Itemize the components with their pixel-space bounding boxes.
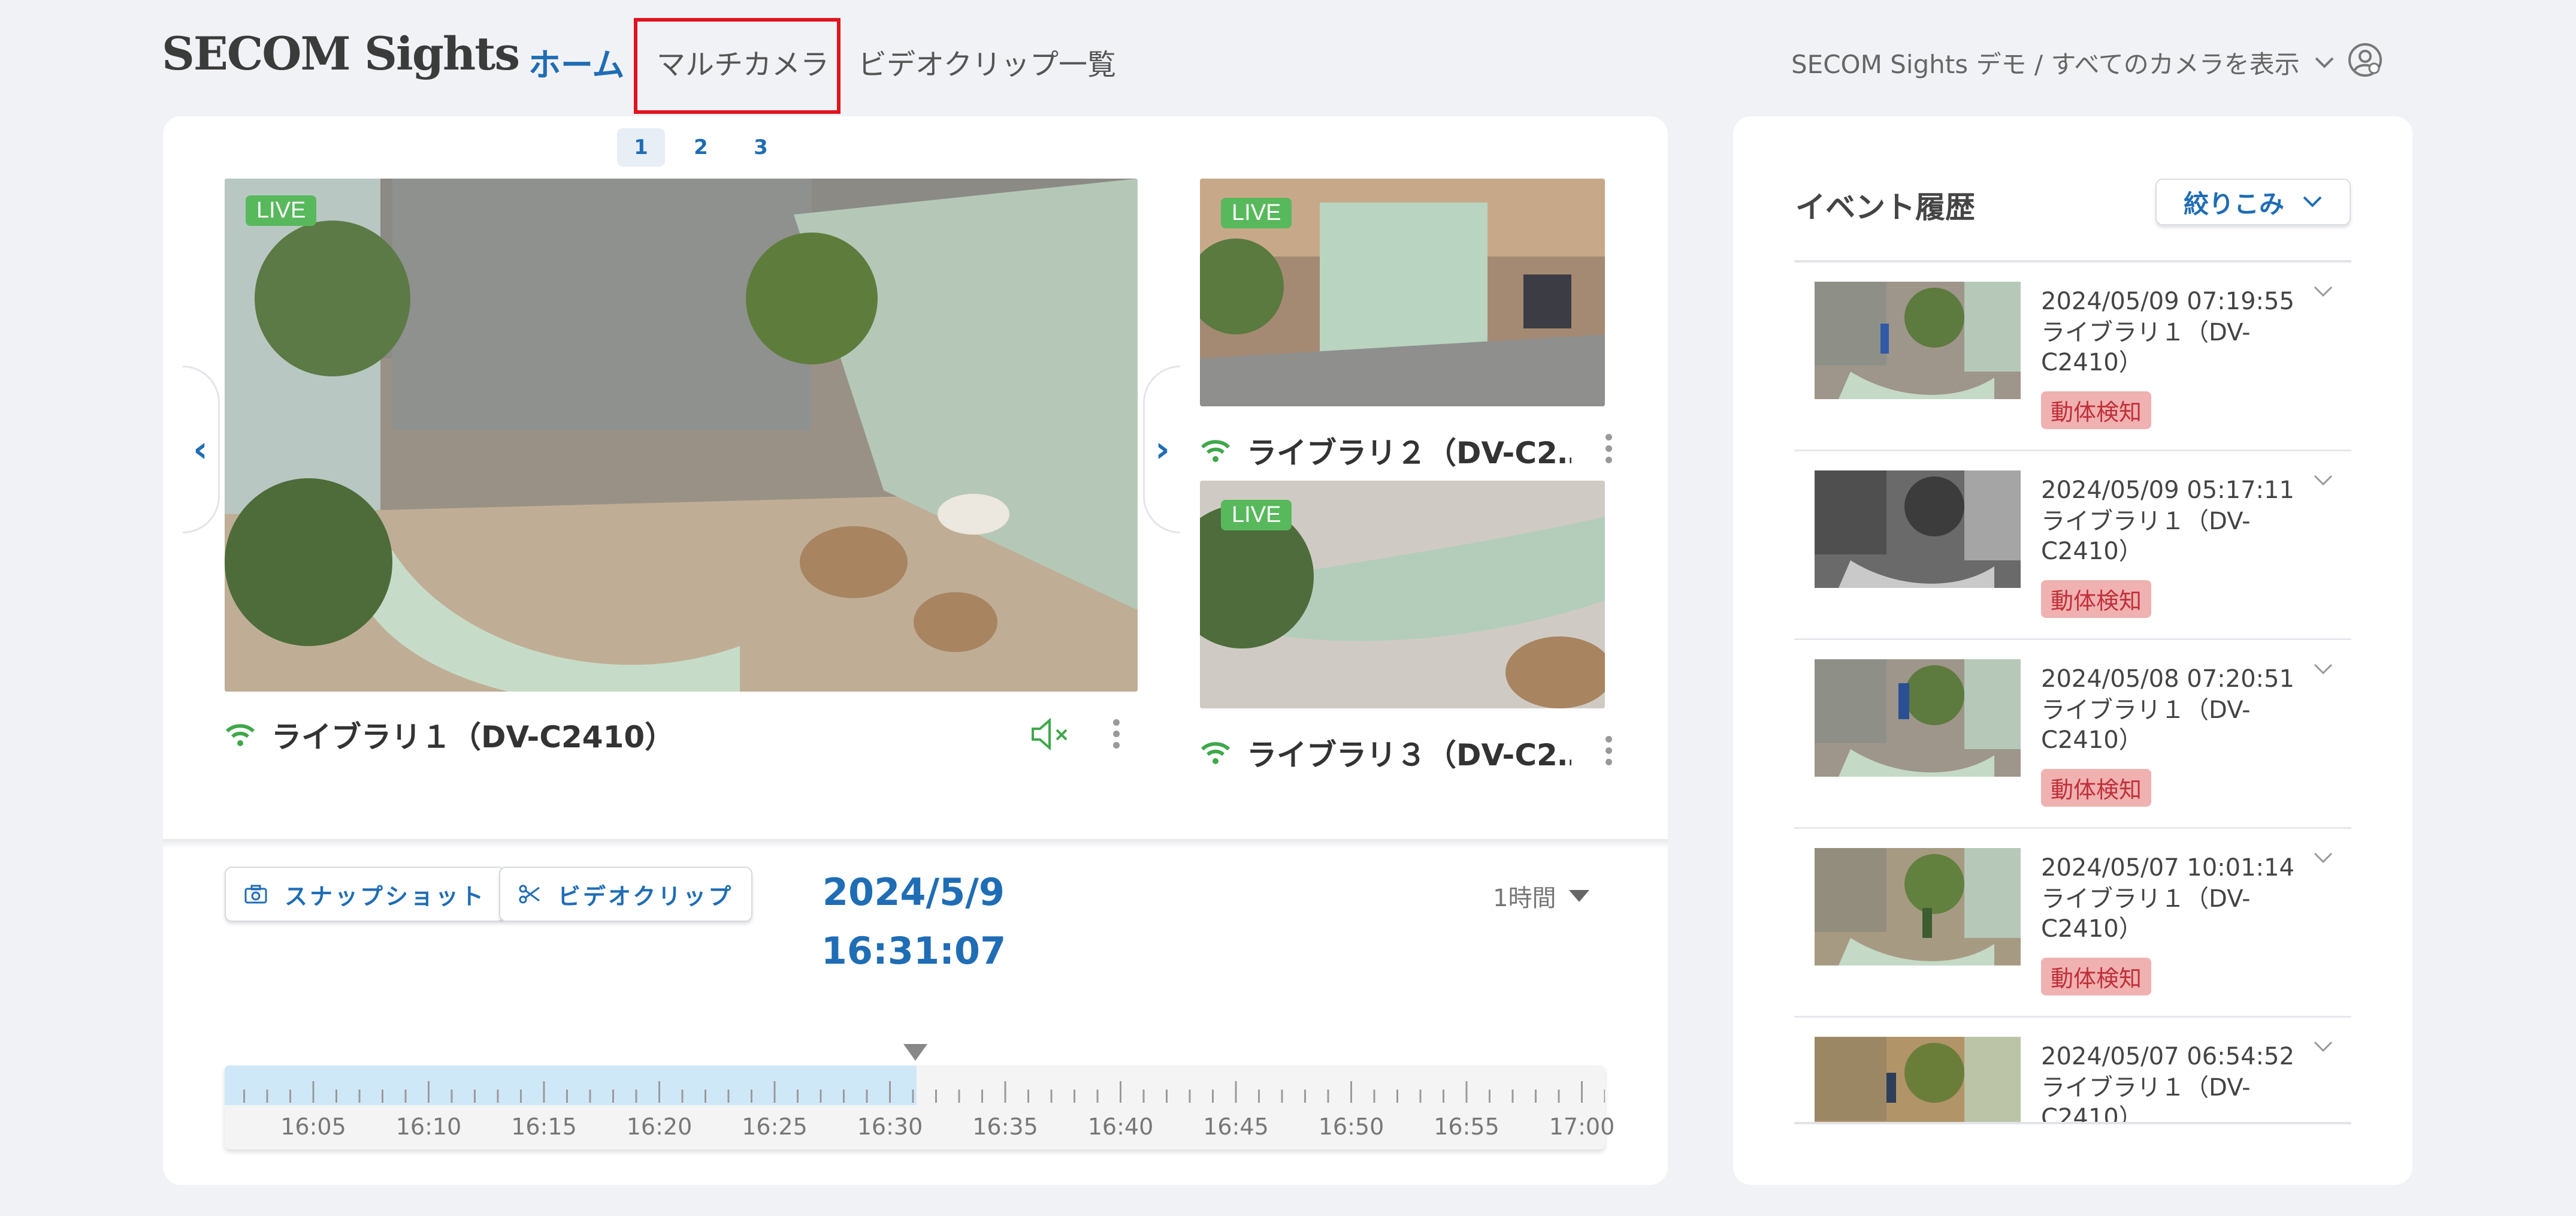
event-thumbnail[interactable] [1815,659,2021,777]
mute-icon[interactable] [1030,717,1071,753]
event-tag: 動体検知 [2041,391,2152,429]
page-2-button[interactable]: 2 [677,128,725,167]
page-3-button[interactable]: 3 [737,128,785,167]
event-thumbnail[interactable] [1815,470,2021,588]
live-badge: LIVE [1221,198,1292,228]
timeline-label: 16:15 [511,1114,577,1140]
nav-multi-camera[interactable]: マルチカメラ [657,41,829,83]
timeline-label: 16:50 [1318,1114,1384,1140]
event-item[interactable]: 2024/05/07 10:01:14 ライブラリ１（DV-C2410） 動体検… [1794,829,2351,1018]
caret-down-icon [1569,890,1590,902]
main-camera-feed[interactable] [225,179,1138,692]
live-badge: LIVE [246,195,317,226]
time-range-label: 1時間 [1493,885,1556,912]
camera-2-label[interactable]: ライブラリ２（DV-C2… [1200,429,1571,472]
scissors-icon [519,885,540,904]
expand-chevron-icon[interactable] [2313,663,2333,676]
event-thumbnail[interactable] [1815,848,2021,965]
event-item[interactable]: 2024/05/07 06:54:52 ライブラリ１（DV-C2410） [1794,1018,2351,1124]
event-date: 2024/05/08 07:20:51 [2041,665,2294,693]
filter-label: 絞りこみ [2183,189,2284,219]
timeline-label: 16:30 [857,1114,923,1140]
prev-camera-button[interactable]: ‹ [183,366,220,533]
camera-3-label[interactable]: ライブラリ３（DV-C2… [1200,731,1571,774]
timeline-ticks [243,1081,1605,1103]
event-camera: ライブラリ１（DV-C2410） [2041,1074,2251,1124]
videoclip-label: ビデオクリップ [558,883,734,910]
event-camera: ライブラリ１（DV-C2410） [2041,885,2251,943]
expand-chevron-icon[interactable] [2313,1040,2333,1054]
event-camera: ライブラリ１（DV-C2410） [2041,508,2251,565]
event-item[interactable]: 2024/05/08 07:20:51 ライブラリ１（DV-C2410） 動体検… [1794,640,2351,829]
event-thumbnail[interactable] [1815,1037,2021,1122]
nav-home[interactable]: ホーム [528,38,624,86]
camera-name: ライブラリ１（DV-C2410） [271,720,675,755]
timeline-label: 17:00 [1549,1114,1615,1140]
event-list[interactable]: 2024/05/09 07:19:55 ライブラリ１（DV-C2410） 動体検… [1794,260,2351,1124]
expand-chevron-icon[interactable] [2313,474,2333,487]
nav-video-clips[interactable]: ビデオクリップ一覧 [858,41,1116,83]
event-item[interactable]: 2024/05/09 07:19:55 ライブラリ１（DV-C2410） 動体検… [1794,262,2351,451]
event-camera: ライブラリ１（DV-C2410） [2041,696,2251,754]
camera-name: ライブラリ２（DV-C2… [1247,436,1571,470]
snapshot-label: スナップショット [285,883,486,910]
timeline-label: 16:40 [1087,1114,1154,1140]
event-date: 2024/05/07 10:01:14 [2041,854,2294,882]
time-range-dropdown[interactable]: 1時間 [1493,879,1590,913]
event-history-title: イベント履歴 [1795,190,1975,225]
timeline-label: 16:35 [972,1114,1038,1140]
wifi-icon [225,723,256,747]
event-date: 2024/05/07 06:54:52 [2041,1043,2294,1070]
chevron-down-icon [2303,196,2322,207]
wifi-icon [1200,439,1231,463]
wifi-icon [1200,741,1231,765]
account-selector[interactable]: SECOM Sights デモ / すべてのカメラを表示 [1791,44,2335,81]
chevron-right-icon: › [1155,429,1170,470]
expand-chevron-icon[interactable] [2313,285,2333,298]
videoclip-button[interactable]: ビデオクリップ [499,867,753,922]
camera-2-menu-icon[interactable] [1603,434,1614,463]
current-time: 16:31:07 [821,929,1006,973]
event-item[interactable]: 2024/05/09 05:17:11 ライブラリ１（DV-C2410） 動体検… [1794,451,2351,640]
filter-button[interactable]: 絞りこみ [2155,179,2351,225]
camera-image [225,179,1138,692]
main-camera-menu-icon[interactable] [1110,719,1122,749]
next-camera-button[interactable]: › [1143,366,1180,533]
event-camera: ライブラリ１（DV-C2410） [2041,319,2251,376]
live-badge: LIVE [1221,500,1292,530]
timeline-label: 16:25 [742,1114,808,1140]
camera-3-menu-icon[interactable] [1603,736,1614,765]
user-settings-icon[interactable] [2347,42,2383,78]
timeline-label: 16:55 [1434,1114,1499,1140]
timeline-cursor[interactable] [903,1044,927,1061]
event-date: 2024/05/09 05:17:11 [2041,476,2294,504]
camera-icon [244,885,267,904]
timeline-label: 16:10 [395,1114,462,1140]
timeline-label: 16:05 [280,1114,346,1140]
account-selector-label: SECOM Sights デモ / すべてのカメラを表示 [1791,50,2300,79]
page-1-button[interactable]: 1 [617,128,665,167]
snapshot-button[interactable]: スナップショット [225,867,506,922]
chevron-down-icon [2315,57,2334,68]
event-date: 2024/05/09 07:19:55 [2041,288,2294,315]
expand-chevron-icon[interactable] [2313,852,2333,865]
event-tag: 動体検知 [2041,580,2152,618]
app-logo[interactable]: SECOM Sights [162,27,520,80]
main-camera-label[interactable]: ライブラリ１（DV-C2410） [225,713,944,756]
current-date: 2024/5/9 [822,870,1005,914]
timeline-label: 16:45 [1203,1114,1269,1140]
section-divider [163,839,1668,849]
timeline-label: 16:20 [626,1114,693,1140]
chevron-left-icon: ‹ [193,429,208,470]
event-tag: 動体検知 [2041,958,2152,995]
camera-name: ライブラリ３（DV-C2… [1247,738,1571,773]
event-tag: 動体検知 [2041,769,2152,807]
event-thumbnail[interactable] [1815,282,2021,399]
